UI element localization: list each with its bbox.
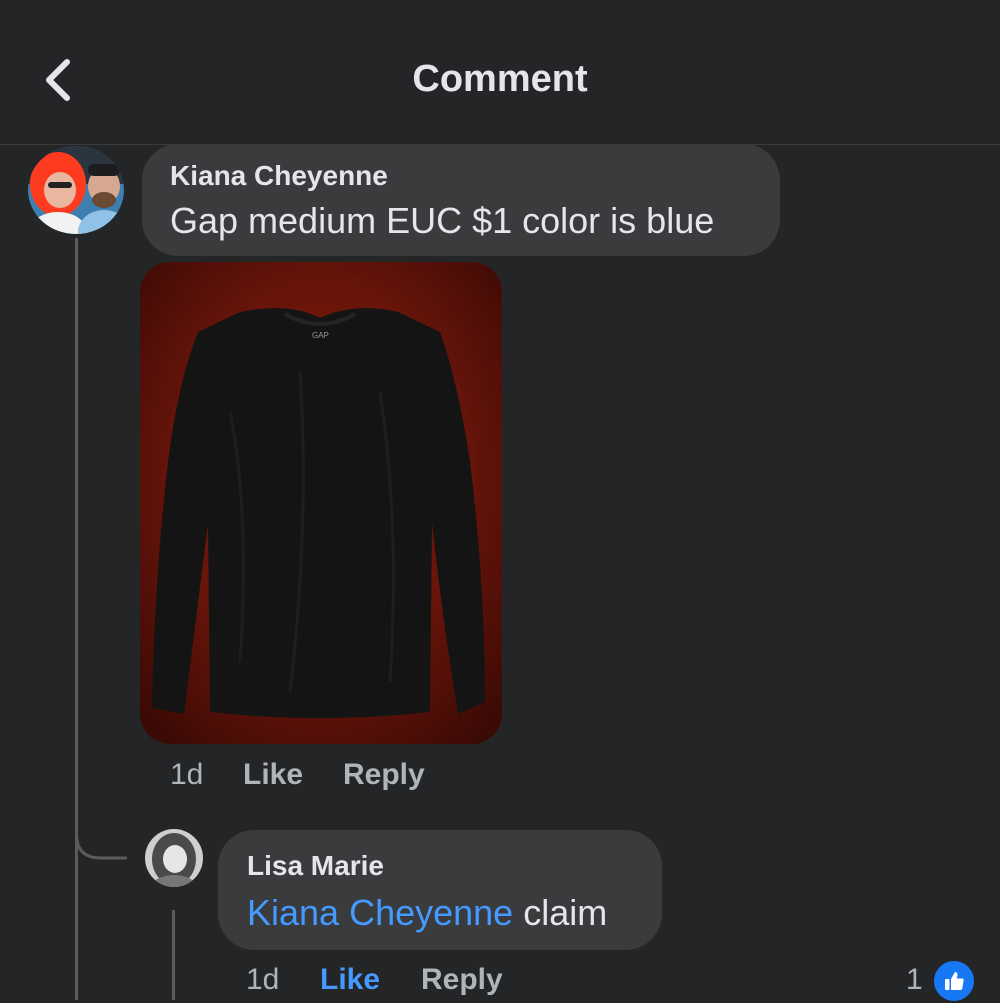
reply-message: claim bbox=[513, 892, 608, 933]
reply-text: Kiana Cheyenne claim bbox=[247, 892, 607, 934]
reply-button[interactable]: Reply bbox=[343, 758, 425, 792]
thread-line bbox=[75, 238, 78, 1000]
reply-reply-button[interactable]: Reply bbox=[421, 963, 503, 997]
reply-bubble[interactable]: Lisa Marie Kiana Cheyenne claim bbox=[218, 830, 662, 950]
reaction-count[interactable]: 1 bbox=[906, 963, 923, 997]
thread-branch bbox=[75, 820, 127, 860]
reply-time: 1d bbox=[246, 963, 280, 996]
comment-bubble[interactable]: Kiana Cheyenne Gap medium EUC $1 color i… bbox=[142, 144, 780, 256]
avatar[interactable] bbox=[28, 146, 124, 234]
like-button[interactable]: Like bbox=[243, 758, 303, 792]
garment-label: GAP bbox=[312, 331, 329, 340]
comment-text: Gap medium EUC $1 color is blue bbox=[170, 200, 715, 241]
mention-link[interactable]: Kiana Cheyenne bbox=[247, 892, 513, 933]
reaction-badge[interactable] bbox=[932, 959, 976, 1003]
top-bar: Comment bbox=[0, 0, 1000, 145]
reply-like-button[interactable]: Like bbox=[320, 963, 380, 997]
reply-author[interactable]: Lisa Marie bbox=[247, 850, 384, 882]
reply-thread-line bbox=[172, 910, 175, 1000]
page-title: Comment bbox=[412, 58, 588, 100]
comment-time: 1d bbox=[170, 758, 204, 791]
reply-avatar[interactable] bbox=[145, 829, 203, 887]
comment-photo[interactable]: GAP bbox=[140, 262, 502, 744]
thumbs-up-icon bbox=[945, 972, 964, 990]
comment-author[interactable]: Kiana Cheyenne bbox=[170, 160, 388, 192]
